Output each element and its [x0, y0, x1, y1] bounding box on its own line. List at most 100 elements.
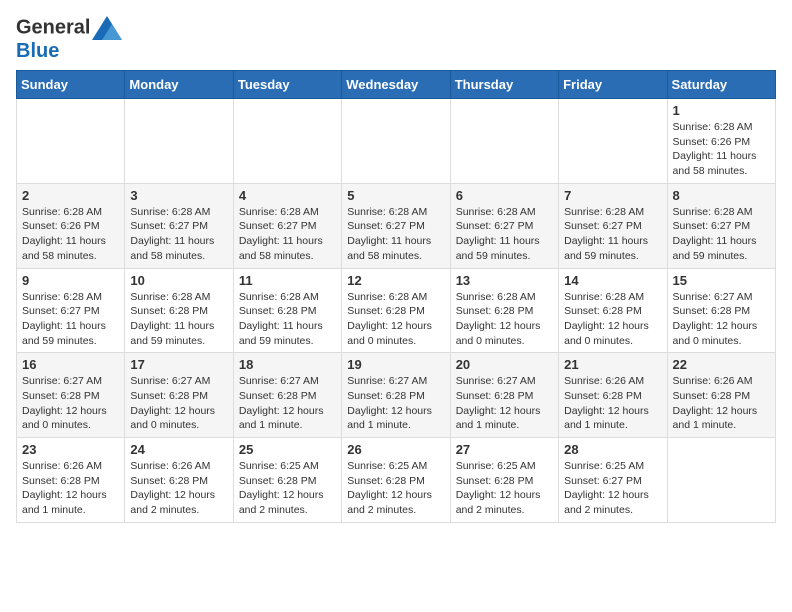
day-header-saturday: Saturday [667, 71, 775, 99]
day-info: Sunrise: 6:28 AM Sunset: 6:26 PM Dayligh… [673, 120, 770, 179]
calendar-cell: 15 Sunrise: 6:27 AM Sunset: 6:28 PM Dayli… [667, 268, 775, 353]
day-number: 19 [347, 357, 444, 372]
day-info: Sunrise: 6:27 AM Sunset: 6:28 PM Dayligh… [239, 374, 336, 433]
day-number: 25 [239, 442, 336, 457]
calendar-cell: 4 Sunrise: 6:28 AM Sunset: 6:27 PM Daylig… [233, 183, 341, 268]
day-number: 15 [673, 273, 770, 288]
calendar-cell: 7 Sunrise: 6:28 AM Sunset: 6:27 PM Daylig… [559, 183, 667, 268]
calendar-cell: 28Sunrise: 6:25 AM Sunset: 6:27 PM Dayli… [559, 438, 667, 523]
day-info: Sunrise: 6:25 AM Sunset: 6:28 PM Dayligh… [456, 459, 553, 518]
day-info: Sunrise: 6:27 AM Sunset: 6:28 PM Dayligh… [130, 374, 227, 433]
calendar-cell [17, 99, 125, 184]
day-number: 23 [22, 442, 119, 457]
week-row-3: 9 Sunrise: 6:28 AM Sunset: 6:27 PM Daylig… [17, 268, 776, 353]
calendar-cell: 21 Sunrise: 6:26 AM Sunset: 6:28 PM Dayli… [559, 353, 667, 438]
calendar-cell: 26 Sunrise: 6:25 AM Sunset: 6:28 PM Dayli… [342, 438, 450, 523]
calendar-cell [450, 99, 558, 184]
week-row-4: 16 Sunrise: 6:27 AM Sunset: 6:28 PM Dayli… [17, 353, 776, 438]
day-info: Sunrise: 6:26 AM Sunset: 6:28 PM Dayligh… [564, 374, 661, 433]
logo-icon [92, 16, 122, 40]
day-header-monday: Monday [125, 71, 233, 99]
calendar-cell: 5 Sunrise: 6:28 AM Sunset: 6:27 PM Daylig… [342, 183, 450, 268]
day-number: 10 [130, 273, 227, 288]
day-info: Sunrise: 6:26 AM Sunset: 6:28 PM Dayligh… [130, 459, 227, 518]
calendar-cell: 27Sunrise: 6:25 AM Sunset: 6:28 PM Dayli… [450, 438, 558, 523]
logo-blue-text: Blue [16, 40, 122, 62]
day-info: Sunrise: 6:26 AM Sunset: 6:28 PM Dayligh… [22, 459, 119, 518]
calendar-header: SundayMondayTuesdayWednesdayThursdayFrid… [17, 71, 776, 99]
day-info: Sunrise: 6:28 AM Sunset: 6:27 PM Dayligh… [22, 290, 119, 349]
day-info: Sunrise: 6:25 AM Sunset: 6:27 PM Dayligh… [564, 459, 661, 518]
day-info: Sunrise: 6:28 AM Sunset: 6:27 PM Dayligh… [564, 205, 661, 264]
calendar-cell: 1Sunrise: 6:28 AM Sunset: 6:26 PM Daylig… [667, 99, 775, 184]
calendar-cell: 6 Sunrise: 6:28 AM Sunset: 6:27 PM Daylig… [450, 183, 558, 268]
calendar-cell: 20Sunrise: 6:27 AM Sunset: 6:28 PM Dayli… [450, 353, 558, 438]
calendar-cell: 12 Sunrise: 6:28 AM Sunset: 6:28 PM Dayli… [342, 268, 450, 353]
day-number: 17 [130, 357, 227, 372]
calendar-table: SundayMondayTuesdayWednesdayThursdayFrid… [16, 70, 776, 523]
calendar-cell: 16Sunrise: 6:27 AM Sunset: 6:28 PM Dayli… [17, 353, 125, 438]
day-number: 18 [239, 357, 336, 372]
day-info: Sunrise: 6:25 AM Sunset: 6:28 PM Dayligh… [347, 459, 444, 518]
week-row-5: 23 Sunrise: 6:26 AM Sunset: 6:28 PM Dayli… [17, 438, 776, 523]
day-info: Sunrise: 6:28 AM Sunset: 6:26 PM Dayligh… [22, 205, 119, 264]
calendar-cell: 2 Sunrise: 6:28 AM Sunset: 6:26 PM Daylig… [17, 183, 125, 268]
day-info: Sunrise: 6:28 AM Sunset: 6:28 PM Dayligh… [456, 290, 553, 349]
day-info: Sunrise: 6:28 AM Sunset: 6:27 PM Dayligh… [456, 205, 553, 264]
calendar-cell: 22Sunrise: 6:26 AM Sunset: 6:28 PM Dayli… [667, 353, 775, 438]
day-info: Sunrise: 6:28 AM Sunset: 6:27 PM Dayligh… [347, 205, 444, 264]
week-row-2: 2 Sunrise: 6:28 AM Sunset: 6:26 PM Daylig… [17, 183, 776, 268]
calendar-cell: 23 Sunrise: 6:26 AM Sunset: 6:28 PM Dayli… [17, 438, 125, 523]
calendar-cell [559, 99, 667, 184]
week-row-1: 1Sunrise: 6:28 AM Sunset: 6:26 PM Daylig… [17, 99, 776, 184]
day-number: 20 [456, 357, 553, 372]
day-info: Sunrise: 6:28 AM Sunset: 6:28 PM Dayligh… [239, 290, 336, 349]
day-number: 14 [564, 273, 661, 288]
day-info: Sunrise: 6:25 AM Sunset: 6:28 PM Dayligh… [239, 459, 336, 518]
day-info: Sunrise: 6:28 AM Sunset: 6:27 PM Dayligh… [239, 205, 336, 264]
calendar-cell: 8 Sunrise: 6:28 AM Sunset: 6:27 PM Daylig… [667, 183, 775, 268]
calendar-cell: 18 Sunrise: 6:27 AM Sunset: 6:28 PM Dayli… [233, 353, 341, 438]
calendar-cell: 25 Sunrise: 6:25 AM Sunset: 6:28 PM Dayli… [233, 438, 341, 523]
day-number: 21 [564, 357, 661, 372]
day-number: 7 [564, 188, 661, 203]
day-info: Sunrise: 6:28 AM Sunset: 6:28 PM Dayligh… [564, 290, 661, 349]
day-number: 16 [22, 357, 119, 372]
day-info: Sunrise: 6:28 AM Sunset: 6:28 PM Dayligh… [347, 290, 444, 349]
calendar-cell: 13 Sunrise: 6:28 AM Sunset: 6:28 PM Dayli… [450, 268, 558, 353]
calendar-cell [342, 99, 450, 184]
day-header-friday: Friday [559, 71, 667, 99]
calendar-cell: 17 Sunrise: 6:27 AM Sunset: 6:28 PM Dayli… [125, 353, 233, 438]
day-info: Sunrise: 6:28 AM Sunset: 6:27 PM Dayligh… [130, 205, 227, 264]
day-number: 5 [347, 188, 444, 203]
calendar-cell: 14 Sunrise: 6:28 AM Sunset: 6:28 PM Dayli… [559, 268, 667, 353]
logo-text: General [16, 16, 122, 40]
calendar-cell: 3 Sunrise: 6:28 AM Sunset: 6:27 PM Daylig… [125, 183, 233, 268]
calendar-cell [125, 99, 233, 184]
day-header-row: SundayMondayTuesdayWednesdayThursdayFrid… [17, 71, 776, 99]
calendar-cell: 19Sunrise: 6:27 AM Sunset: 6:28 PM Dayli… [342, 353, 450, 438]
day-number: 12 [347, 273, 444, 288]
page-header: General Blue [16, 16, 776, 62]
calendar-cell [233, 99, 341, 184]
day-info: Sunrise: 6:27 AM Sunset: 6:28 PM Dayligh… [673, 290, 770, 349]
day-number: 9 [22, 273, 119, 288]
day-header-thursday: Thursday [450, 71, 558, 99]
day-number: 2 [22, 188, 119, 203]
calendar-cell: 11 Sunrise: 6:28 AM Sunset: 6:28 PM Dayli… [233, 268, 341, 353]
day-number: 8 [673, 188, 770, 203]
day-number: 13 [456, 273, 553, 288]
day-number: 3 [130, 188, 227, 203]
day-header-sunday: Sunday [17, 71, 125, 99]
day-info: Sunrise: 6:28 AM Sunset: 6:27 PM Dayligh… [673, 205, 770, 264]
day-number: 6 [456, 188, 553, 203]
day-header-tuesday: Tuesday [233, 71, 341, 99]
calendar-body: 1Sunrise: 6:28 AM Sunset: 6:26 PM Daylig… [17, 99, 776, 523]
calendar-cell: 10Sunrise: 6:28 AM Sunset: 6:28 PM Dayli… [125, 268, 233, 353]
day-number: 24 [130, 442, 227, 457]
day-number: 4 [239, 188, 336, 203]
day-number: 11 [239, 273, 336, 288]
day-header-wednesday: Wednesday [342, 71, 450, 99]
day-number: 26 [347, 442, 444, 457]
calendar-cell: 24 Sunrise: 6:26 AM Sunset: 6:28 PM Dayli… [125, 438, 233, 523]
